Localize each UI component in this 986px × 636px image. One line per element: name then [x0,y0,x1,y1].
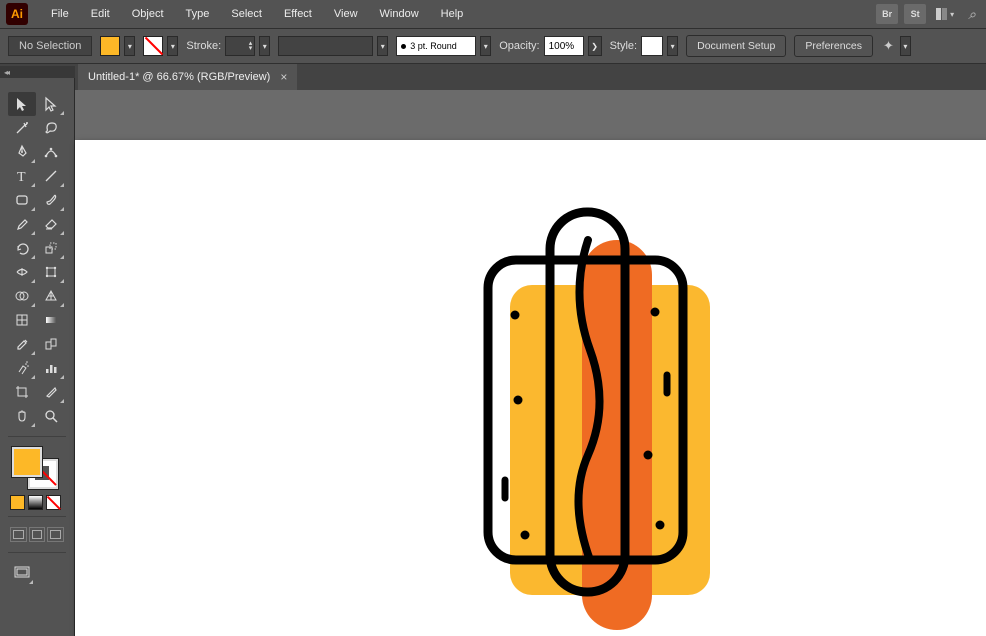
line-segment-tool[interactable] [37,164,65,188]
document-viewport[interactable] [75,90,986,636]
stroke-label: Stroke: [186,40,221,52]
type-tool[interactable]: T [8,164,36,188]
menubar: Ai File Edit Object Type Select Effect V… [0,0,986,28]
artboard[interactable] [75,140,986,636]
draw-inside[interactable] [47,527,64,542]
svg-text:T: T [17,170,26,184]
document-tab[interactable]: Untitled-1* @ 66.67% (RGB/Preview) × [78,64,297,90]
app-icon: Ai [6,3,28,25]
lasso-tool[interactable] [37,116,65,140]
fill-dropdown[interactable]: ▾ [124,36,135,56]
document-tab-title: Untitled-1* @ 66.67% (RGB/Preview) [88,71,270,83]
magic-wand-tool[interactable] [8,116,36,140]
brush-definition[interactable] [278,36,373,56]
gradient-mode[interactable] [28,495,43,510]
menu-window[interactable]: Window [371,0,428,28]
curvature-tool[interactable] [37,140,65,164]
rotate-tool[interactable] [8,236,36,260]
graphic-style[interactable] [641,36,663,56]
preferences-button[interactable]: Preferences [794,35,873,57]
blend-tool[interactable] [37,332,65,356]
gradient-tool[interactable] [37,308,65,332]
workspace-switcher[interactable]: ▾ [932,8,958,20]
align-dropdown[interactable]: ▾ [900,36,911,56]
eraser-tool[interactable] [37,212,65,236]
draw-normal[interactable] [10,527,27,542]
document-tab-close[interactable]: × [280,70,287,84]
artboard-tool[interactable] [8,380,36,404]
variable-width-profile[interactable]: 3 pt. Round [396,36,476,56]
bridge-button[interactable]: Br [876,4,898,24]
mesh-tool[interactable] [8,308,36,332]
stroke-control[interactable]: ▾ [143,36,178,56]
menu-object[interactable]: Object [123,0,173,28]
eyedropper-tool[interactable] [8,332,36,356]
style-dropdown[interactable]: ▾ [667,36,678,56]
perspective-grid-tool[interactable] [37,284,65,308]
workspace-icon [936,8,947,20]
stroke-swatch[interactable] [143,36,163,56]
opacity-input[interactable]: 100% [544,36,584,56]
menu-select[interactable]: Select [222,0,271,28]
paintbrush-tool[interactable] [37,188,65,212]
brush-dropdown[interactable]: ▾ [377,36,388,56]
pen-tool[interactable] [8,140,36,164]
stroke-width-dropdown[interactable]: ▾ [259,36,270,56]
hand-tool[interactable] [8,404,36,428]
column-graph-tool[interactable] [37,356,65,380]
chevrons-icon: ◂◂ [4,68,8,77]
menu-view[interactable]: View [325,0,367,28]
draw-behind[interactable] [29,527,46,542]
artwork-hotdog[interactable] [470,200,730,620]
toolbox: T [0,78,75,636]
free-transform-tool[interactable] [37,260,65,284]
style-label: Style: [610,40,638,52]
selection-tool[interactable] [8,92,36,116]
scale-tool[interactable] [37,236,65,260]
menu-edit[interactable]: Edit [82,0,119,28]
opacity-popup[interactable]: ❯ [588,36,602,56]
menu-type[interactable]: Type [177,0,219,28]
stroke-dropdown[interactable]: ▾ [167,36,178,56]
opacity-label: Opacity: [499,40,539,52]
width-tool[interactable] [8,260,36,284]
control-bar: No Selection ▾ ▾ Stroke: ▴▾ ▾ ▾ 3 pt. Ro… [0,28,986,64]
align-icon[interactable]: ✦ [881,38,896,54]
pencil-tool[interactable] [8,212,36,236]
rectangle-tool[interactable] [8,188,36,212]
fill-indicator[interactable] [12,447,42,477]
fill-swatch[interactable] [100,36,120,56]
document-setup-button[interactable]: Document Setup [686,35,786,57]
direct-selection-tool[interactable] [37,92,65,116]
symbol-sprayer-tool[interactable] [8,356,36,380]
profile-dropdown[interactable]: ▾ [480,36,491,56]
document-tab-strip: Untitled-1* @ 66.67% (RGB/Preview) × [0,64,986,90]
fill-control[interactable]: ▾ [100,36,135,56]
menu-file[interactable]: File [42,0,78,28]
fill-stroke-indicator[interactable] [12,447,58,489]
selection-status: No Selection [8,36,92,56]
slice-tool[interactable] [37,380,65,404]
shape-builder-tool[interactable] [8,284,36,308]
none-mode[interactable] [46,495,61,510]
search-icon[interactable]: ⌕ [964,6,980,23]
screen-mode-button[interactable] [10,561,34,585]
stroke-width-input[interactable]: ▴▾ [225,36,255,56]
color-mode[interactable] [10,495,25,510]
stock-button[interactable]: St [904,4,926,24]
zoom-tool[interactable] [37,404,65,428]
menu-help[interactable]: Help [432,0,473,28]
menu-effect[interactable]: Effect [275,0,321,28]
